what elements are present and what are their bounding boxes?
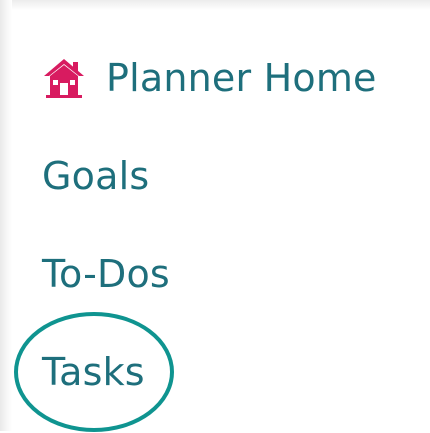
nav-item-to-dos[interactable]: To-Dos <box>42 246 170 302</box>
house-icon <box>42 56 86 100</box>
nav-item-label: To-Dos <box>42 252 170 296</box>
nav-item-label: Goals <box>42 154 150 198</box>
left-shadow <box>0 0 12 431</box>
page: Planner Home Goals To-Dos Tasks <box>0 0 430 432</box>
nav-item-tasks[interactable]: Tasks <box>42 344 145 400</box>
nav-item-label: Tasks <box>42 350 145 394</box>
nav-item-label: Planner Home <box>106 56 377 100</box>
planner-nav-menu: Planner Home Goals To-Dos Tasks <box>42 0 422 431</box>
nav-item-planner-home[interactable]: Planner Home <box>42 50 377 106</box>
nav-item-goals[interactable]: Goals <box>42 148 149 204</box>
